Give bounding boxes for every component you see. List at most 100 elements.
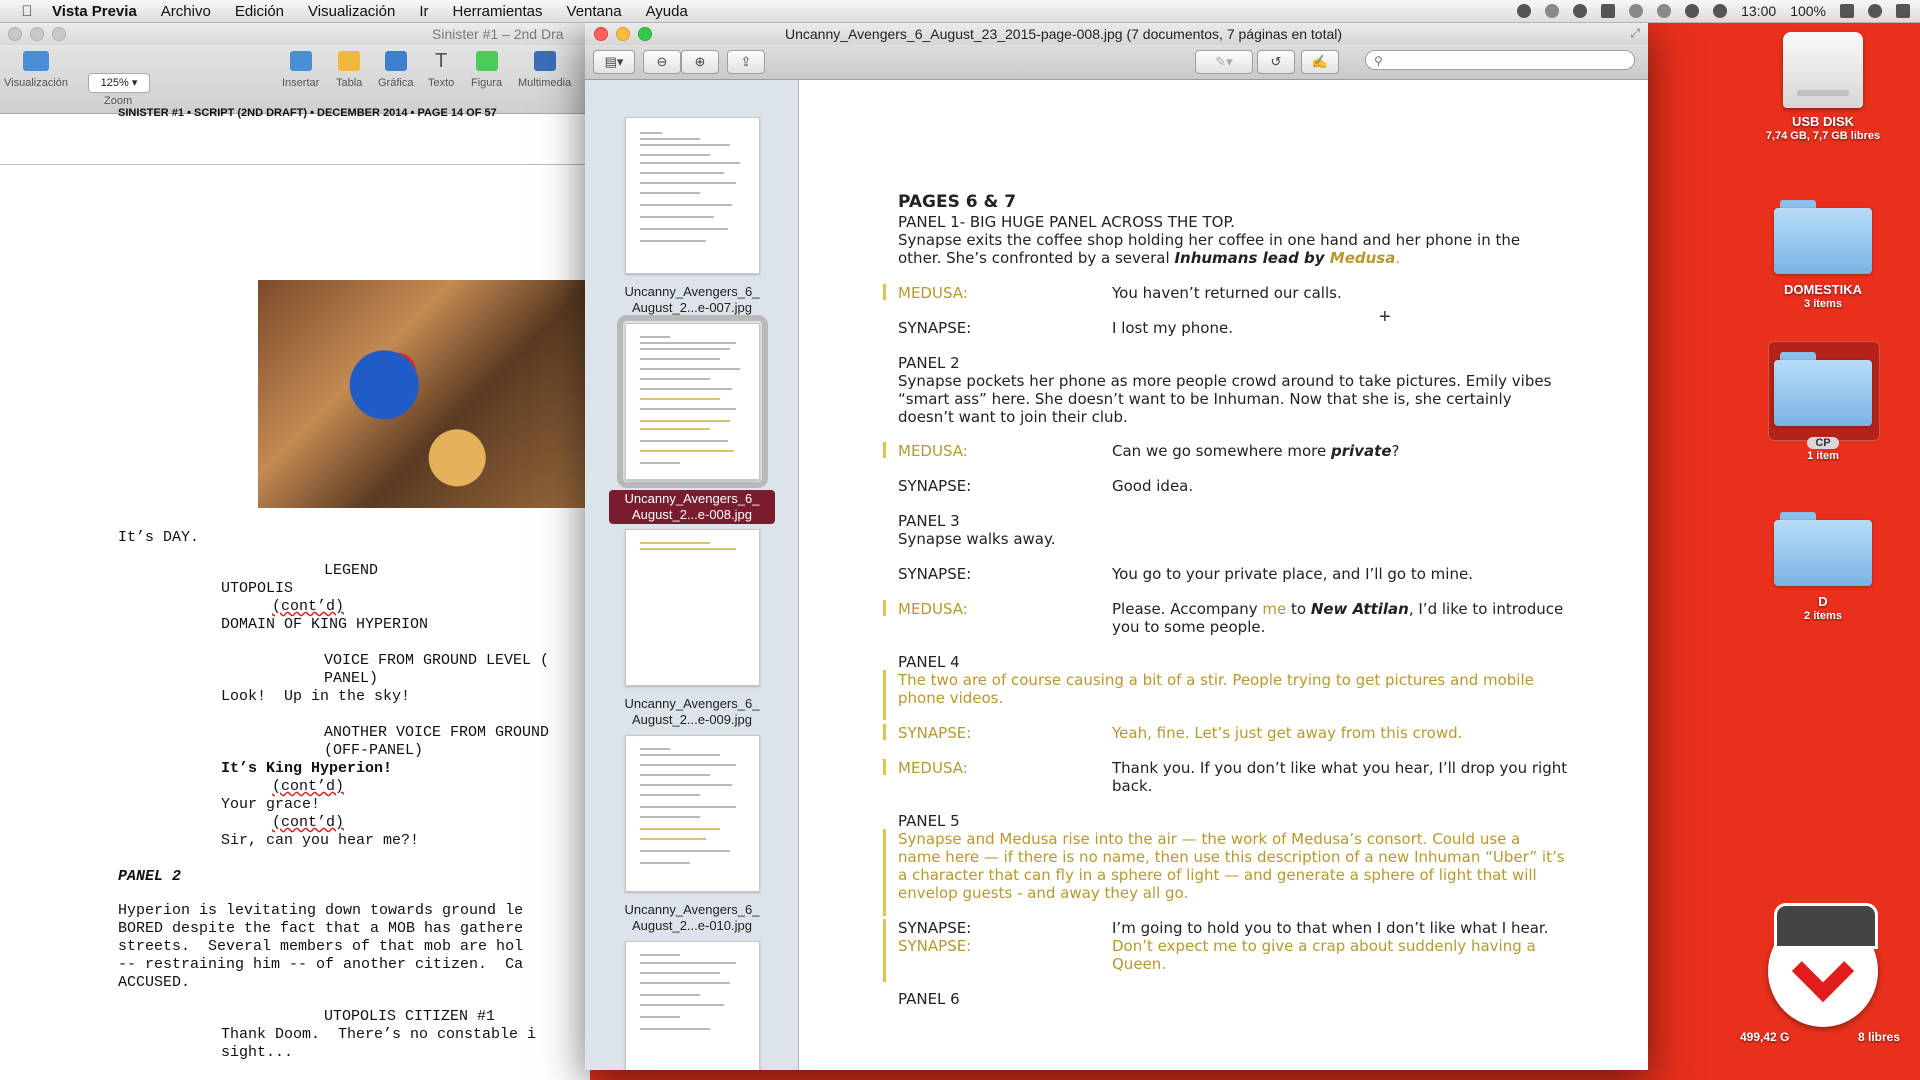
thumbnail-label: Uncanny_Avengers_6_ August_2...e-008.jpg — [609, 490, 775, 524]
battery-percent[interactable]: 100% — [1790, 3, 1826, 19]
wifi-icon[interactable] — [1685, 4, 1700, 18]
menu-app-name[interactable]: Vista Previa — [40, 3, 149, 20]
window-controls — [594, 27, 652, 41]
minimize-button[interactable] — [30, 27, 44, 41]
thumbnail-page-010[interactable]: Uncanny_Avengers_6_ August_2...e-010.jpg — [609, 735, 775, 934]
zoom-button[interactable] — [638, 27, 652, 41]
media-button[interactable]: Multimedia — [518, 51, 571, 89]
battery-icon[interactable] — [1840, 4, 1854, 18]
change-bar — [883, 442, 886, 458]
insert-icon — [289, 51, 312, 71]
change-bar — [883, 919, 886, 982]
change-bar — [883, 670, 886, 720]
app-badge[interactable] — [1768, 903, 1878, 1027]
script-line: -- restraining him -- of another citizen… — [118, 956, 524, 973]
menu-archivo[interactable]: Archivo — [149, 3, 223, 20]
script-line: UTOPOLIS — [221, 580, 294, 597]
insert-button[interactable]: Insertar — [282, 51, 319, 89]
close-button[interactable] — [594, 27, 608, 41]
shape-button[interactable]: Figura — [471, 51, 502, 89]
script-line: ACCUSED. — [118, 974, 191, 991]
share-button[interactable]: ⇪ — [727, 50, 765, 74]
page-thumbnail — [616, 315, 768, 488]
panel-3-text: Synapse walks away. — [898, 530, 1056, 548]
zoom-out-button[interactable]: ⊖ — [643, 50, 681, 74]
desktop-folder-cp[interactable]: CP 1 item — [1758, 352, 1888, 462]
panel-2-text: doesn’t want to join their club. — [898, 408, 1128, 426]
notification-center-icon[interactable] — [1896, 4, 1910, 18]
folder-icon — [1774, 352, 1872, 426]
panel-2-title: PANEL 2 — [898, 354, 960, 372]
panel-4-text: The two are of course causing a bit of a… — [898, 671, 1534, 689]
dialogue: back. — [1112, 777, 1153, 795]
markup-pen-button[interactable]: ✎▾ — [1195, 50, 1253, 74]
chevron-logo-icon — [1791, 939, 1855, 1003]
menu-ventana[interactable]: Ventana — [555, 3, 634, 20]
thumbnail-page-007[interactable]: Uncanny_Avengers_6_ August_2...e-007.jpg — [609, 117, 775, 316]
preview-window-title: Uncanny_Avengers_6_August_23_2015-page-0… — [785, 26, 1343, 42]
chart-button[interactable]: Gráfica — [378, 51, 413, 89]
menu-edicion[interactable]: Edición — [223, 3, 296, 20]
thumbnail-label: Uncanny_Avengers_6_ August_2...e-007.jpg — [624, 284, 760, 315]
menu-visualizacion[interactable]: Visualización — [296, 3, 407, 20]
menu-herramientas[interactable]: Herramientas — [440, 3, 554, 20]
comic-image — [258, 280, 590, 508]
clock[interactable]: 13:00 — [1741, 3, 1776, 19]
music-icon — [533, 51, 556, 71]
view-button[interactable]: Visualización — [4, 51, 68, 89]
character-medusa: MEDUSA: — [898, 759, 968, 777]
change-bar — [883, 759, 886, 775]
sync-icon[interactable] — [1573, 4, 1588, 18]
panel-1-title: PANEL 1- BIG HUGE PANEL ACROSS THE TOP. — [898, 213, 1235, 231]
shape-icon — [475, 51, 498, 71]
script-line: sight... — [221, 1044, 294, 1061]
thumbnail-page-008[interactable]: Uncanny_Avengers_6_ August_2...e-008.jpg — [609, 315, 775, 524]
panel-3-title: PANEL 3 — [898, 512, 960, 530]
menu-ir[interactable]: Ir — [407, 3, 440, 20]
close-button[interactable] — [8, 27, 22, 41]
edit-toolbar-button[interactable]: ✍ — [1301, 50, 1339, 74]
panel-2-text: Synapse pockets her phone as more people… — [898, 372, 1552, 390]
volume-icon[interactable] — [1713, 4, 1728, 18]
character-synapse: SYNAPSE: — [898, 477, 972, 495]
record-icon[interactable] — [1517, 4, 1532, 18]
panel-5-text: name here — if there is no name, then us… — [898, 848, 1565, 866]
panel-5-text: envelop guests - and away they all go. — [898, 884, 1189, 902]
rotate-button[interactable]: ↺ — [1257, 50, 1295, 74]
bluetooth-icon[interactable] — [1657, 4, 1672, 18]
spotlight-search-icon[interactable] — [1868, 4, 1882, 18]
desktop-folder-domestika[interactable]: DOMESTIKA 3 items — [1758, 200, 1888, 310]
zoom-select[interactable]: 125% ▾ — [88, 73, 150, 93]
sidebar-view-button[interactable]: ▤▾ — [593, 50, 635, 74]
document-page[interactable]: PAGES 6 & 7 PANEL 1- BIG HUGE PANEL ACRO… — [799, 80, 1648, 1070]
table-button[interactable]: Tabla — [336, 51, 362, 89]
dialogue: You go to your private place, and I’ll g… — [1112, 565, 1473, 583]
script-line: Hyperion is levitating down towards grou… — [118, 902, 524, 919]
tools-icon[interactable] — [1545, 4, 1560, 18]
script-line: VOICE FROM GROUND LEVEL ( — [324, 652, 550, 669]
dialogue: Please. Accompany me to New Attilan, I’d… — [1112, 600, 1564, 618]
disk-space-left: 499,42 G — [1740, 1030, 1790, 1044]
zoom-button[interactable] — [52, 27, 66, 41]
time-machine-icon[interactable] — [1629, 4, 1644, 18]
dialogue: Don’t expect me to give a crap about sud… — [1112, 937, 1536, 955]
script-line: It’s King Hyperion! — [221, 760, 393, 777]
search-field[interactable]: ⚲ — [1365, 50, 1635, 70]
thumbnail-sidebar[interactable]: Uncanny_Avengers_6_ August_2...e-007.jpg… — [585, 80, 799, 1070]
desktop-usb-disk[interactable]: USB DISK 7,74 GB, 7,7 GB libres — [1758, 32, 1888, 142]
apple-menu-icon[interactable]:  — [14, 3, 40, 20]
thumbnail-page-009[interactable]: Uncanny_Avengers_6_ August_2...e-009.jpg — [609, 529, 775, 728]
minimize-button[interactable] — [616, 27, 630, 41]
fullscreen-icon[interactable]: ⤢ — [1630, 26, 1640, 41]
text-button[interactable]: T Texto — [428, 51, 454, 89]
folder-icon — [1774, 200, 1872, 274]
character-synapse: SYNAPSE: — [898, 565, 972, 583]
thumbnail-page-011[interactable] — [609, 941, 775, 1070]
text-label: Texto — [428, 77, 455, 89]
thumbnail-label: Uncanny_Avengers_6_ August_2...e-010.jpg — [624, 902, 760, 933]
app-status-icon[interactable] — [1601, 4, 1616, 18]
script-line: DOMAIN OF KING HYPERION — [221, 616, 429, 633]
desktop-folder-d[interactable]: D 2 items — [1758, 512, 1888, 622]
menu-ayuda[interactable]: Ayuda — [634, 3, 700, 20]
zoom-in-button[interactable]: ⊕ — [681, 50, 719, 74]
